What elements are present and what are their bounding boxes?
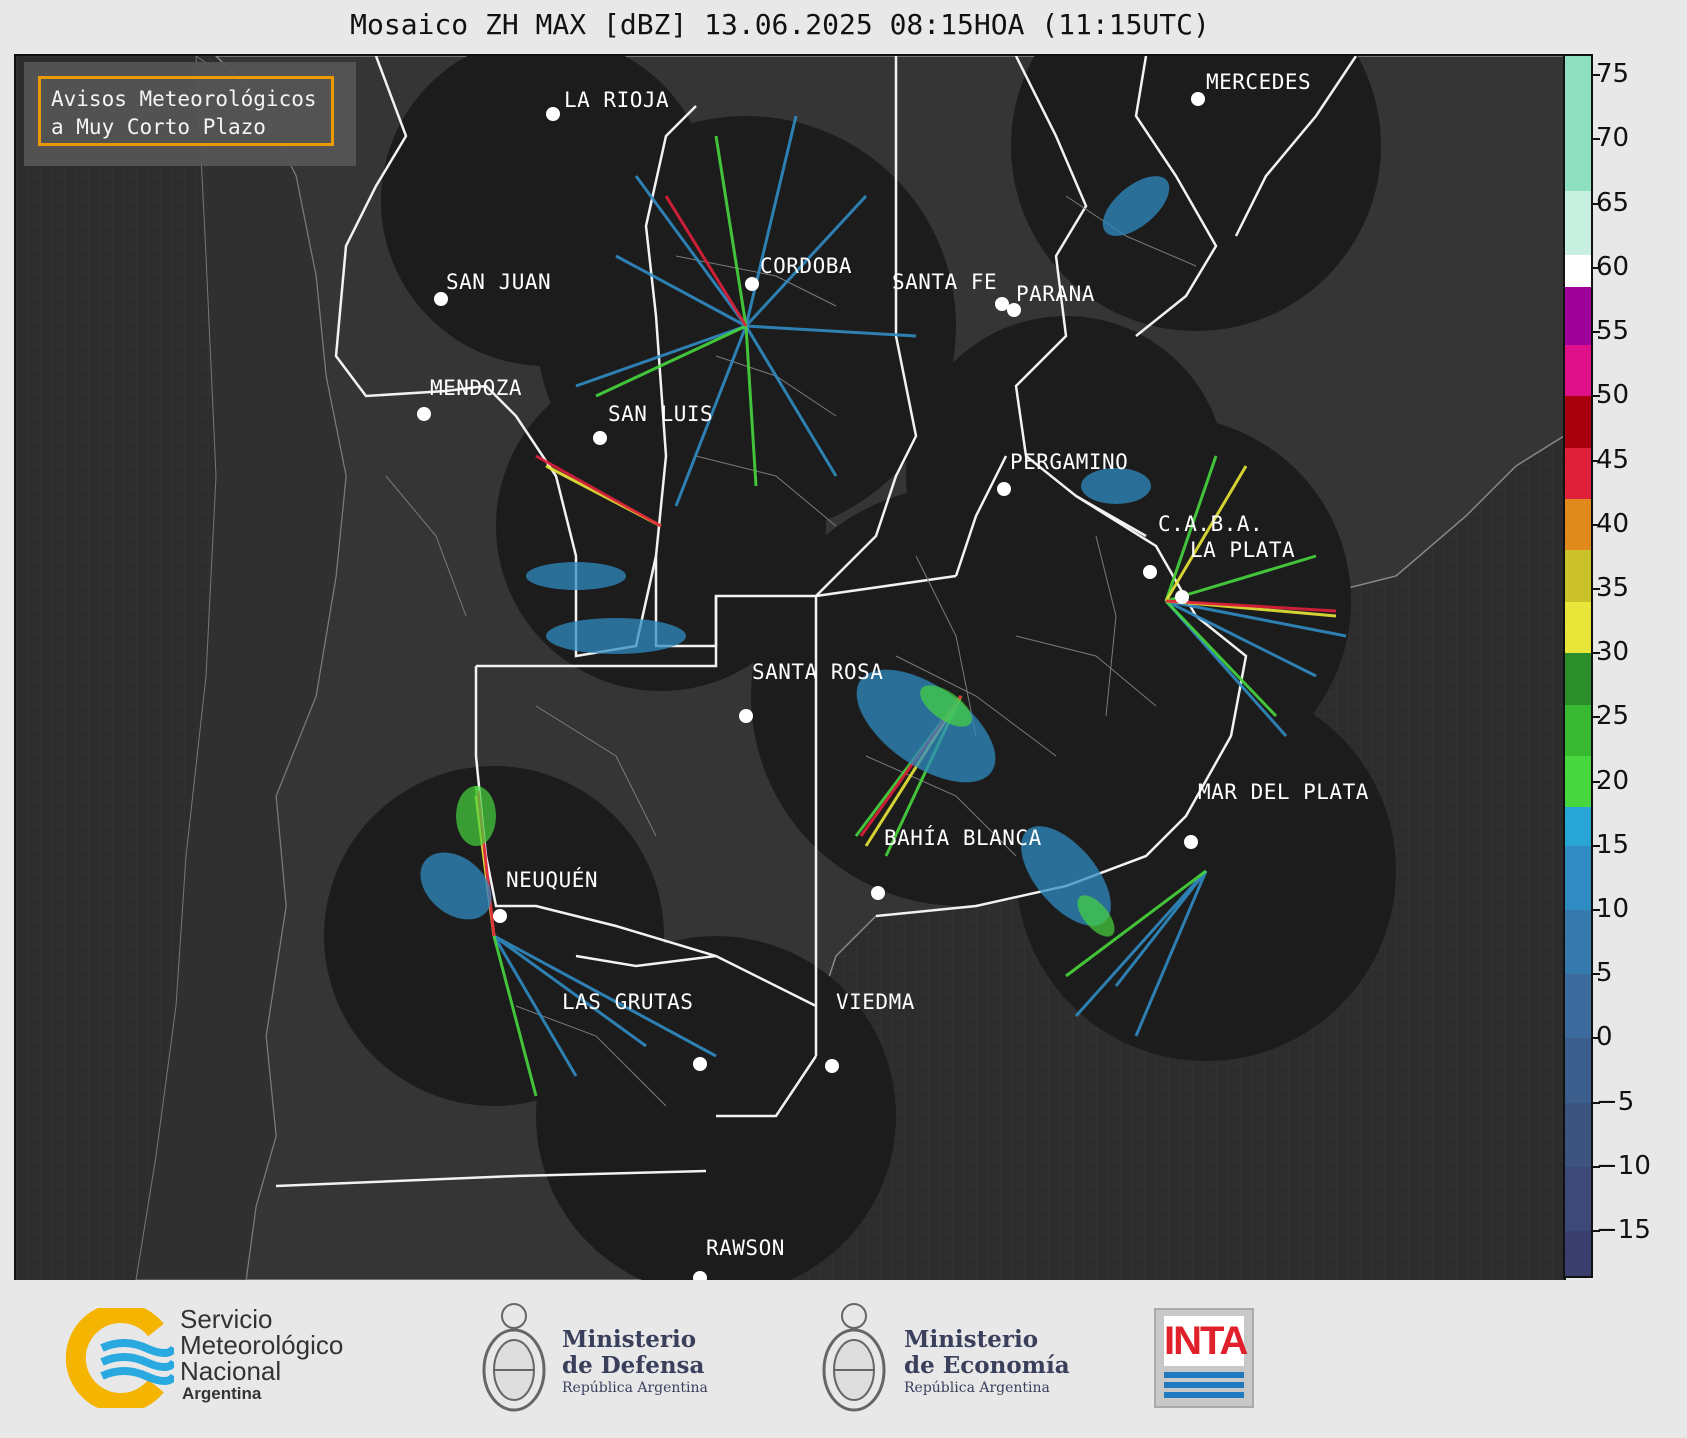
- colorbar-tick-label: 65: [1591, 187, 1630, 218]
- inta-stripe-1: [1164, 1372, 1244, 1378]
- colorbar-tick-label: 60: [1591, 251, 1630, 282]
- colorbar-segment: [1565, 1102, 1591, 1167]
- notice-line-2: a Muy Corto Plazo: [51, 115, 266, 139]
- city-label-la-rioja: LA RIOJA: [564, 88, 670, 112]
- colorbar-tick-label: 55: [1591, 316, 1630, 347]
- defensa-seal-icon: [482, 1303, 546, 1412]
- colorbar-segment: [1565, 910, 1591, 975]
- inta-logo: INTA: [1154, 1308, 1254, 1408]
- colorbar-tick-label: 5: [1592, 958, 1613, 989]
- notice-box: Avisos Meteorológicos a Muy Corto Plazo: [24, 62, 356, 166]
- city-label-caba: C.A.B.A.: [1158, 512, 1264, 536]
- city-label-pergamino: PERGAMINO: [1010, 450, 1129, 474]
- colorbar-tick-label: 15: [1591, 829, 1630, 860]
- defensa-line-1: Ministerio: [562, 1326, 697, 1353]
- dbz-colorbar: [1563, 54, 1593, 1278]
- colorbar-segment: [1565, 190, 1591, 256]
- colorbar-segment: [1565, 653, 1591, 705]
- colorbar-segment: [1565, 755, 1591, 808]
- colorbar-tick-label: 75: [1591, 59, 1630, 90]
- notice-line-1: Avisos Meteorológicos: [51, 87, 317, 111]
- colorbar-tick-label: 20: [1591, 765, 1630, 796]
- colorbar-tick-label: −5: [1591, 1086, 1635, 1117]
- colorbar-tick-label: 35: [1591, 572, 1630, 603]
- city-label-san-juan: SAN JUAN: [446, 270, 552, 294]
- map-title: Mosaico ZH MAX [dBZ] 13.06.2025 08:15HOA…: [350, 8, 1210, 41]
- city-label-bahia-blanca: BAHÍA BLANCA: [884, 826, 1042, 850]
- colorbar-segment: [1565, 447, 1591, 500]
- city-label-la-plata: LA PLATA: [1190, 538, 1296, 562]
- colorbar-tick-label: 25: [1591, 701, 1630, 732]
- colorbar-segment: [1565, 344, 1591, 397]
- inta-stripe-3: [1164, 1392, 1244, 1398]
- colorbar-segment: [1565, 974, 1591, 1039]
- defensa-line-3: República Argentina: [562, 1380, 708, 1396]
- colorbar-segment: [1565, 845, 1591, 910]
- city-label-san-luis: SAN LUIS: [608, 402, 714, 426]
- notice-border: Avisos Meteorológicos a Muy Corto Plazo: [38, 76, 334, 146]
- colorbar-segment: [1565, 550, 1591, 602]
- footer-logos: Servicio Meteorológico Nacional Argentin…: [0, 1280, 1687, 1438]
- colorbar-segment: [1565, 807, 1591, 846]
- colorbar-tick-label: −15: [1592, 1215, 1651, 1246]
- colorbar-segment: [1565, 255, 1591, 288]
- smn-logo-icon: [65, 1308, 174, 1408]
- economia-line-2: de Economía: [904, 1352, 1070, 1379]
- economia-line-1: Ministerio: [904, 1326, 1039, 1353]
- economia-seal-icon: [822, 1303, 886, 1412]
- colorbar-segment: [1565, 601, 1591, 654]
- city-label-parana: PARANA: [1016, 282, 1095, 306]
- city-label-viedma: VIEDMA: [836, 990, 915, 1014]
- colorbar-tick-label: 45: [1591, 444, 1630, 475]
- city-label-mendoza: MENDOZA: [430, 376, 523, 400]
- colorbar-segment: [1565, 1166, 1591, 1232]
- colorbar-segment: [1565, 499, 1591, 551]
- colorbar-segment: [1565, 56, 1591, 191]
- city-label-santa-fe: SANTA FE: [892, 270, 998, 294]
- colorbar-tick-label: −10: [1592, 1150, 1651, 1181]
- city-label-mar-del-plata: MAR DEL PLATA: [1198, 780, 1369, 804]
- colorbar-tick-label: 50: [1591, 380, 1630, 411]
- radar-map[interactable]: LA RIOJA CORDOBA SAN JUAN SANTA FE PARAN…: [14, 54, 1566, 1282]
- colorbar-tick-label: 70: [1591, 123, 1630, 154]
- city-label-mercedes: MERCEDES: [1206, 70, 1312, 94]
- colorbar-segment: [1565, 396, 1591, 448]
- colorbar-tick-label: 40: [1591, 508, 1630, 539]
- smn-name-line-4: Argentina: [182, 1384, 262, 1403]
- city-label-las-grutas: LAS GRUTAS: [562, 990, 694, 1014]
- colorbar-tick-label: 30: [1591, 637, 1630, 668]
- city-label-santa-rosa: SANTA ROSA: [752, 660, 884, 684]
- city-label-neuquen: NEUQUÉN: [506, 868, 599, 892]
- city-label-rawson: RAWSON: [706, 1236, 785, 1260]
- inta-logo-text: INTA: [1164, 1316, 1248, 1366]
- colorbar-segment: [1565, 1038, 1591, 1103]
- defensa-line-2: de Defensa: [562, 1352, 705, 1379]
- colorbar-segment: [1565, 287, 1591, 345]
- smn-name-line-3: Nacional: [180, 1356, 282, 1386]
- colorbar-tick-label: 0: [1592, 1022, 1613, 1053]
- city-label-cordoba: CORDOBA: [760, 254, 853, 278]
- economia-line-3: República Argentina: [904, 1380, 1050, 1396]
- colorbar-segment: [1565, 1231, 1591, 1276]
- inta-stripe-2: [1164, 1382, 1244, 1388]
- colorbar-segment: [1565, 704, 1591, 756]
- colorbar-tick-label: 10: [1591, 894, 1630, 924]
